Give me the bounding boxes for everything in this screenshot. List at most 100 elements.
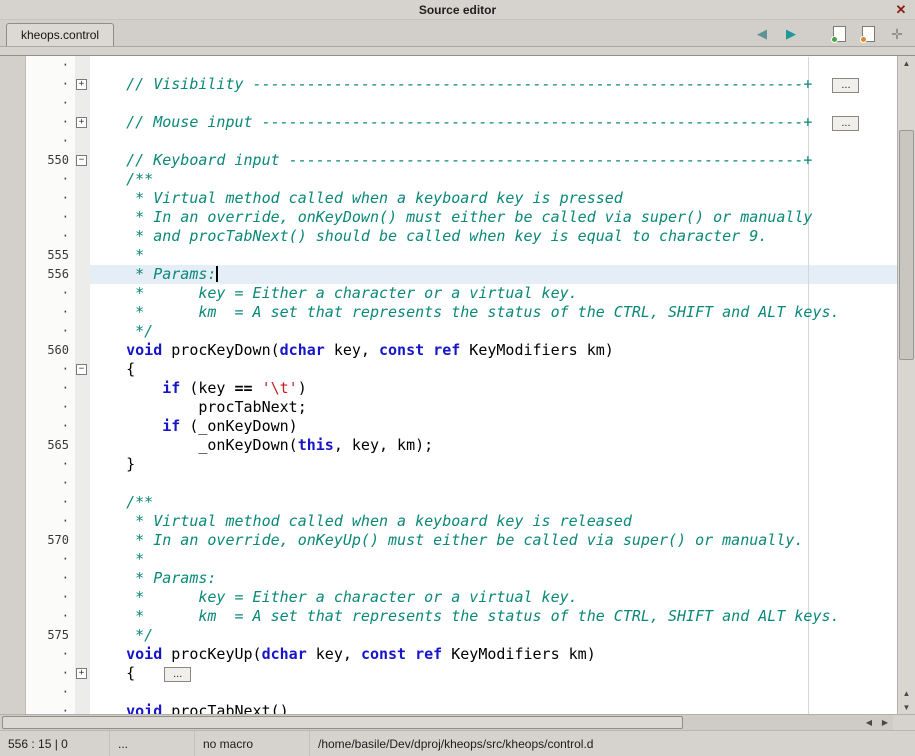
tab-kheops-control[interactable]: kheops.control — [6, 23, 114, 46]
code-rows: ··+ // Visibility ----------------------… — [26, 56, 897, 714]
code-text[interactable]: /** — [90, 170, 897, 189]
line-dot: · — [26, 189, 75, 208]
detach-button[interactable]: ✛ — [887, 24, 907, 44]
line-dot: · — [26, 455, 75, 474]
scroll-left-button[interactable]: ◀ — [861, 715, 877, 730]
prev-location-button[interactable]: ◀ — [752, 24, 772, 44]
scroll-up-button-2[interactable]: ▲ — [898, 686, 915, 700]
code-text[interactable] — [90, 132, 897, 151]
code-line: · * km = A set that represents the statu… — [26, 303, 897, 322]
line-dot: · — [26, 170, 75, 189]
code-line: ·− { — [26, 360, 897, 379]
code-text[interactable]: * Params: — [90, 265, 897, 284]
line-number: 555 — [26, 246, 75, 265]
line-number: 550 — [26, 151, 75, 170]
code-text[interactable] — [90, 94, 897, 113]
scroll-right-button[interactable]: ▶ — [877, 715, 893, 730]
code-text[interactable]: * In an override, onKeyUp() must either … — [90, 531, 897, 550]
code-text[interactable]: * Virtual method called when a keyboard … — [90, 189, 897, 208]
line-number: 556 — [26, 265, 75, 284]
vertical-scroll-track[interactable] — [898, 70, 915, 686]
detach-icon: ✛ — [891, 26, 903, 43]
fold-collapse-box[interactable]: − — [76, 155, 87, 166]
fold-expand-box[interactable]: + — [76, 79, 87, 90]
caret-position: 556 : 15 | 0 — [8, 737, 68, 751]
code-text[interactable]: * km = A set that represents the status … — [90, 303, 897, 322]
code-text[interactable]: */ — [90, 322, 897, 341]
vertical-scroll-thumb[interactable] — [899, 130, 914, 360]
close-button[interactable]: ✕ — [893, 2, 909, 18]
fold-collapse-box[interactable]: − — [76, 364, 87, 375]
code-line: · if (_onKeyDown) — [26, 417, 897, 436]
source-editor-window: Source editor ✕ kheops.control ◀ ▶ — [0, 0, 915, 756]
code-text[interactable]: * key = Either a character or a virtual … — [90, 588, 897, 607]
code-text[interactable] — [90, 474, 897, 493]
line-dot: · — [26, 417, 75, 436]
folded-code-box[interactable]: ... — [832, 78, 859, 93]
code-line: · * In an override, onKeyDown() must eit… — [26, 208, 897, 227]
code-text[interactable]: */ — [90, 626, 897, 645]
code-text[interactable]: void procTabNext() — [90, 702, 897, 714]
code-text[interactable]: { ... — [90, 664, 897, 683]
next-location-button[interactable]: ▶ — [781, 24, 801, 44]
code-text[interactable] — [90, 56, 897, 75]
file-path: /home/basile/Dev/dproj/kheops/src/kheops… — [318, 737, 593, 751]
code-text[interactable]: * key = Either a character or a virtual … — [90, 284, 897, 303]
fold-expand-box[interactable]: + — [76, 668, 87, 679]
fold-margin — [75, 588, 90, 607]
code-text[interactable]: // Keyboard input ----------------------… — [90, 151, 897, 170]
code-line: · } — [26, 455, 897, 474]
code-text[interactable]: /** — [90, 493, 897, 512]
code-text[interactable]: if (_onKeyDown) — [90, 417, 897, 436]
code-text[interactable]: { — [90, 360, 897, 379]
fold-margin — [75, 303, 90, 322]
tab-label: kheops.control — [21, 28, 99, 42]
fold-margin: − — [75, 360, 90, 379]
code-line: · * Virtual method called when a keyboar… — [26, 512, 897, 531]
fold-margin — [75, 645, 90, 664]
code-text[interactable]: void procKeyDown(dchar key, const ref Ke… — [90, 341, 897, 360]
editor-toolbar: ◀ ▶ ✛ — [752, 24, 907, 44]
code-text[interactable]: procTabNext; — [90, 398, 897, 417]
document-action-green-button[interactable] — [829, 24, 849, 44]
line-dot: · — [26, 322, 75, 341]
editor-area: ··+ // Visibility ----------------------… — [0, 55, 915, 714]
line-dot: · — [26, 550, 75, 569]
line-dot: · — [26, 113, 75, 132]
code-text[interactable]: // Mouse input -------------------------… — [90, 113, 897, 132]
folded-code-box[interactable]: ... — [164, 667, 191, 682]
code-text[interactable]: * — [90, 550, 897, 569]
line-number: 575 — [26, 626, 75, 645]
scroll-up-button[interactable]: ▲ — [898, 56, 915, 70]
horizontal-scrollbar[interactable]: ◀ ▶ — [0, 714, 915, 730]
code-text[interactable]: * and procTabNext() should be called whe… — [90, 227, 897, 246]
folded-code-box[interactable]: ... — [832, 116, 859, 131]
code-text[interactable]: _onKeyDown(this, key, km); — [90, 436, 897, 455]
code-text[interactable]: * In an override, onKeyDown() must eithe… — [90, 208, 897, 227]
code-line: · if (key == '\t') — [26, 379, 897, 398]
code-text[interactable]: } — [90, 455, 897, 474]
line-dot: · — [26, 56, 75, 75]
horizontal-scroll-track[interactable] — [0, 715, 861, 730]
code-text[interactable]: * Params: — [90, 569, 897, 588]
fold-margin — [75, 379, 90, 398]
arrow-right-icon: ▶ — [786, 26, 796, 42]
line-dot: · — [26, 664, 75, 683]
code-text[interactable]: // Visibility --------------------------… — [90, 75, 897, 94]
scroll-down-button[interactable]: ▼ — [898, 700, 915, 714]
fold-margin — [75, 132, 90, 151]
code-line: · — [26, 56, 897, 75]
line-dot: · — [26, 493, 75, 512]
fold-expand-box[interactable]: + — [76, 117, 87, 128]
vertical-scrollbar[interactable]: ▲ ▲ ▼ — [897, 56, 915, 714]
code-text[interactable]: * — [90, 246, 897, 265]
line-dot: · — [26, 132, 75, 151]
code-text[interactable]: if (key == '\t') — [90, 379, 897, 398]
document-action-orange-button[interactable] — [858, 24, 878, 44]
code-text[interactable]: void procKeyUp(dchar key, const ref KeyM… — [90, 645, 897, 664]
code-text[interactable]: * Virtual method called when a keyboard … — [90, 512, 897, 531]
code-text[interactable] — [90, 683, 897, 702]
fold-margin — [75, 531, 90, 550]
code-text[interactable]: * km = A set that represents the status … — [90, 607, 897, 626]
horizontal-scroll-thumb[interactable] — [2, 716, 683, 729]
